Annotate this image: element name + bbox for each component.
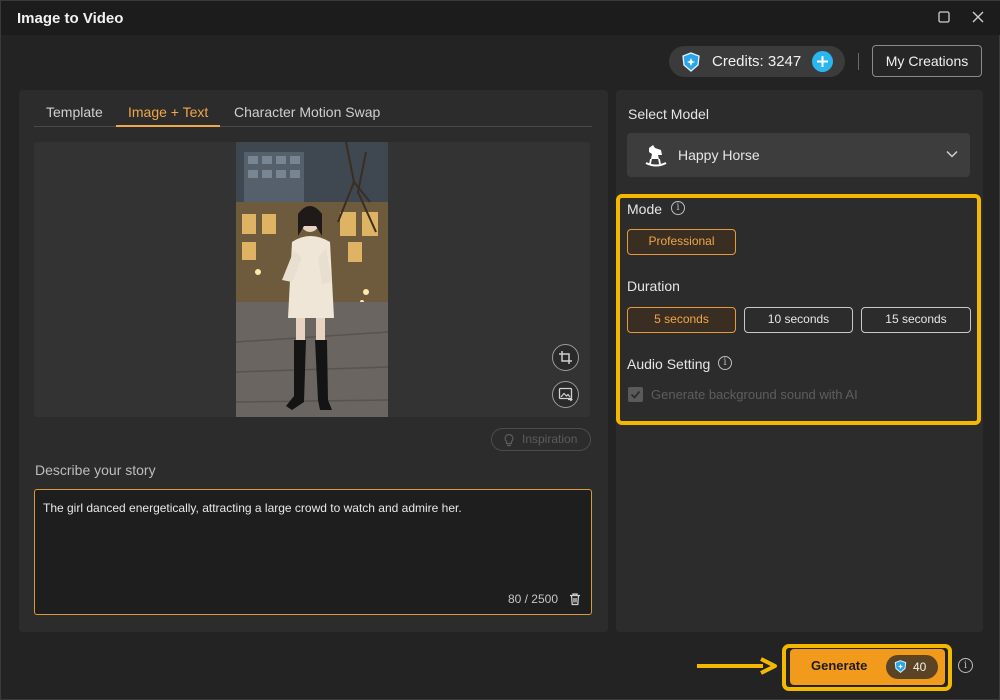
close-icon [972, 11, 984, 23]
story-textarea[interactable]: The girl danced energetically, attractin… [34, 489, 592, 615]
selected-model-name: Happy Horse [678, 147, 760, 163]
close-button[interactable] [965, 7, 991, 29]
input-tabs: Template Image + Text Character Motion S… [34, 100, 592, 127]
mode-info-icon[interactable]: i [671, 201, 685, 215]
lightbulb-icon [504, 433, 514, 447]
credits-balance: Credits: 3247 [712, 53, 802, 70]
tab-image-text[interactable]: Image + Text [116, 104, 221, 127]
model-dropdown[interactable]: Happy Horse [627, 133, 970, 177]
generate-info-icon[interactable]: i [958, 658, 973, 673]
replace-image-icon [558, 387, 573, 402]
inspiration-button[interactable]: Inspiration [491, 428, 591, 451]
duration-label: Duration [627, 278, 680, 294]
image-preview-area [34, 142, 590, 417]
replace-image-button[interactable] [552, 381, 579, 408]
duration-option-5s[interactable]: 5 seconds [627, 307, 736, 333]
my-creations-button[interactable]: My Creations [872, 45, 982, 77]
story-label: Describe your story [35, 462, 156, 478]
credits-gem-icon [894, 660, 907, 673]
arrow-annotation-icon [697, 657, 777, 675]
crop-icon [559, 351, 572, 364]
title-bar: Image to Video [1, 1, 1000, 35]
chevron-down-icon [946, 150, 958, 158]
rocking-horse-icon [645, 145, 667, 167]
photo-illustration [236, 142, 388, 417]
plus-icon [817, 56, 828, 67]
window-title: Image to Video [17, 10, 124, 27]
mode-option-professional[interactable]: Professional [627, 229, 736, 255]
credits-gem-icon [682, 52, 700, 72]
audio-setting-label: Audio Setting [627, 356, 711, 372]
generate-label: Generate [811, 658, 868, 673]
character-counter: 80 / 2500 [507, 592, 558, 606]
generate-button[interactable]: Generate 40 [790, 649, 945, 685]
background-sound-label: Generate background sound with AI [651, 387, 858, 402]
maximize-icon [938, 11, 950, 23]
add-credits-button[interactable] [812, 51, 833, 72]
tab-character-motion-swap[interactable]: Character Motion Swap [222, 104, 392, 127]
header-divider [858, 53, 859, 70]
audio-info-icon[interactable]: i [718, 356, 732, 370]
settings-panel: Select Model Happy Horse Mode i Professi… [616, 90, 983, 632]
select-model-label: Select Model [628, 106, 709, 122]
inspiration-label: Inspiration [522, 432, 578, 446]
checkmark-icon [630, 390, 641, 399]
tab-template[interactable]: Template [34, 104, 115, 127]
trash-icon[interactable] [568, 592, 582, 606]
mode-label: Mode [627, 201, 663, 217]
generate-cost: 40 [913, 660, 927, 674]
maximize-button[interactable] [931, 7, 957, 29]
credits-pill: Credits: 3247 [669, 46, 845, 77]
background-sound-checkbox[interactable] [628, 387, 643, 402]
crop-button[interactable] [552, 344, 579, 371]
input-panel: Template Image + Text Character Motion S… [19, 90, 608, 632]
generate-cost-badge: 40 [886, 655, 938, 679]
duration-option-10s[interactable]: 10 seconds [744, 307, 853, 333]
duration-option-15s[interactable]: 15 seconds [861, 307, 971, 333]
story-text: The girl danced energetically, attractin… [43, 501, 462, 515]
image-to-video-window: Image to Video Credits: 3247 My Creation… [0, 0, 1000, 700]
uploaded-photo [236, 142, 388, 417]
